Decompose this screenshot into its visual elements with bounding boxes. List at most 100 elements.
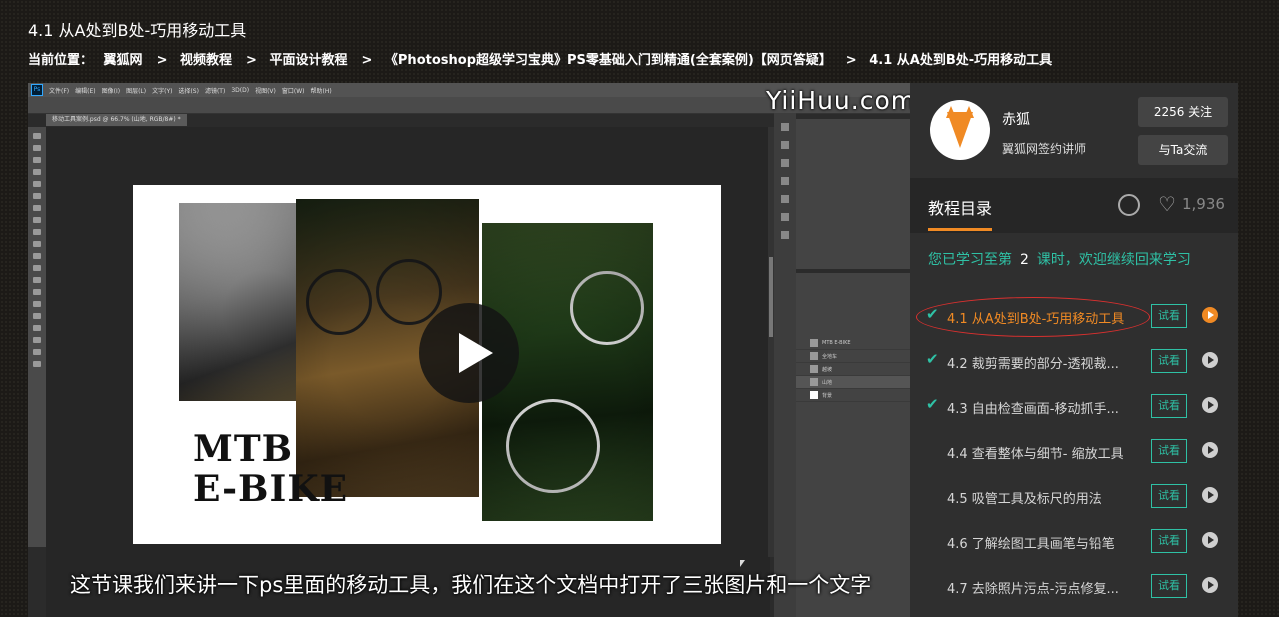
toc-header: 教程目录 ♡ 1,936 (910, 178, 1238, 233)
play-circle-icon[interactable] (1202, 397, 1218, 413)
try-button[interactable]: 试看 (1151, 574, 1187, 598)
lesson-title[interactable]: 4.3 自由检查画面-移动抓手... (947, 398, 1119, 417)
play-circle-icon[interactable] (1202, 532, 1218, 548)
watermark: YiiHuu.com (766, 86, 910, 115)
pen-tool-icon (33, 301, 41, 307)
lesson-item[interactable]: ✔ 4.3 自由检查画面-移动抓手... 试看 (910, 384, 1238, 429)
lesson-item[interactable]: ✔ 4.2 裁剪需要的部分-透视裁... 试看 (910, 339, 1238, 384)
lesson-title[interactable]: 4.1 从A处到B处-巧用移动工具 (947, 308, 1124, 327)
ps-menu-item: 视图(V) (255, 87, 276, 95)
heart-icon[interactable]: ♡ (1158, 192, 1176, 216)
ps-menu-item: 图像(I) (101, 87, 121, 95)
share-icon[interactable] (1118, 194, 1140, 216)
follow-button[interactable]: 2256 关注 (1138, 97, 1228, 127)
chat-button[interactable]: 与Ta交流 (1138, 135, 1228, 165)
lesson-title[interactable]: 4.7 去除照片污点-污点修复... (947, 578, 1119, 597)
breadcrumb-prefix: 当前位置： (28, 53, 94, 68)
course-sidebar: 赤狐 翼狐网签约讲师 2256 关注 与Ta交流 教程目录 ♡ 1,936 您已… (910, 83, 1238, 617)
lesson-title[interactable]: 4.6 了解绘图工具画笔与铅笔 (947, 533, 1115, 552)
breadcrumb-separator: > (845, 53, 857, 68)
breadcrumb: 当前位置： 翼狐网 > 视频教程 > 平面设计教程 > 《Photoshop超级学习宝… (28, 49, 1058, 68)
page-title: 4.1 从A处到B处-巧用移动工具 (28, 21, 247, 40)
dodge-tool-icon (33, 289, 41, 295)
like-count: 1,936 (1182, 195, 1225, 213)
breadcrumb-item-home[interactable]: 翼狐网 (104, 53, 143, 68)
video-player[interactable]: Ps 文件(F) 编辑(E) 图像(I) 图层(L) 文字(Y) 选择(S) 滤… (28, 83, 910, 617)
breadcrumb-item-category[interactable]: 平面设计教程 (269, 53, 347, 68)
lesson-item[interactable]: 4.5 吸管工具及标尺的用法 试看 (910, 474, 1238, 519)
ps-layer-row: 全地车 (796, 350, 910, 363)
try-button[interactable]: 试看 (1151, 484, 1187, 508)
heal-tool-icon (33, 205, 41, 211)
play-circle-icon[interactable] (1202, 577, 1218, 593)
ps-menu-item: 滤镜(T) (204, 87, 226, 95)
breadcrumb-item-videos[interactable]: 视频教程 (180, 53, 232, 68)
try-button[interactable]: 试看 (1151, 529, 1187, 553)
breadcrumb-item-current: 4.1 从A处到B处-巧用移动工具 (869, 53, 1053, 68)
try-button[interactable]: 试看 (1151, 439, 1187, 463)
lesson-item[interactable]: 4.6 了解绘图工具画笔与铅笔 试看 (910, 519, 1238, 564)
teacher-name[interactable]: 赤狐 (1002, 109, 1030, 129)
toc-title[interactable]: 教程目录 (928, 195, 992, 219)
lesson-title[interactable]: 4.4 查看整体与细节- 缩放工具 (947, 443, 1124, 462)
type-tool-icon (33, 313, 41, 319)
progress-suffix: 课时，欢迎继续回来学习 (1036, 252, 1191, 268)
shape-tool-icon (33, 337, 41, 343)
play-button[interactable] (419, 303, 519, 403)
ps-menu-item: 文字(Y) (152, 87, 173, 95)
ps-menu-item: 3D(D) (231, 86, 250, 94)
lesson-title[interactable]: 4.5 吸管工具及标尺的用法 (947, 488, 1102, 507)
canvas-headline: MTB E-BIKE (193, 429, 348, 509)
try-button[interactable]: 试看 (1151, 304, 1187, 328)
lesson-item[interactable]: 4.4 查看整体与细节- 缩放工具 试看 (910, 429, 1238, 474)
play-circle-icon[interactable] (1202, 442, 1218, 458)
canvas-headline-line1: MTB (193, 428, 294, 470)
path-tool-icon (33, 325, 41, 331)
eraser-tool-icon (33, 253, 41, 259)
progress-number: 2 (1020, 252, 1029, 268)
ps-layer-name: 背景 (822, 392, 833, 399)
lesson-list: ✔ 4.1 从A处到B处-巧用移动工具 试看 ✔ 4.2 裁剪需要的部分-透视裁… (910, 294, 1238, 609)
teacher-avatar[interactable] (930, 100, 990, 160)
lesson-item[interactable]: ✔ 4.1 从A处到B处-巧用移动工具 试看 (910, 294, 1238, 339)
play-circle-icon[interactable] (1202, 352, 1218, 368)
ps-properties-panel (796, 119, 910, 269)
marquee-tool-icon (33, 145, 41, 151)
play-circle-icon[interactable] (1202, 487, 1218, 503)
breadcrumb-item-course[interactable]: 《Photoshop超级学习宝典》PS零基础入门到精通(全套案例)【网页答疑】 (385, 53, 832, 68)
ps-layer-row: 山地 (796, 376, 910, 389)
ps-layer-row: 越坡 (796, 363, 910, 376)
canvas-headline-line2: E-BIKE (193, 468, 349, 510)
gradient-tool-icon (33, 265, 41, 271)
move-tool-icon (33, 133, 41, 139)
mouse-cursor-icon (740, 560, 745, 567)
try-button[interactable]: 试看 (1151, 349, 1187, 373)
ps-layer-row: 背景 (796, 389, 910, 402)
try-button[interactable]: 试看 (1151, 394, 1187, 418)
check-icon: ✔ (926, 350, 939, 368)
wand-tool-icon (33, 169, 41, 175)
breadcrumb-separator: > (246, 53, 257, 68)
ps-layer-name: MTB E-BIKE (822, 340, 851, 346)
ps-menu-item: 图层(L) (126, 87, 147, 95)
zoom-tool-icon (33, 361, 41, 367)
ps-toolbar (28, 127, 46, 547)
brush-tool-icon (33, 217, 41, 223)
check-icon: ✔ (926, 305, 939, 323)
ps-menu-item: 编辑(E) (75, 87, 96, 95)
ps-menu-item: 帮助(H) (310, 87, 332, 95)
video-subtitle: 这节课我们来讲一下ps里面的移动工具，我们在这个文档中打开了三张图片和一个文字 (70, 573, 872, 597)
teacher-title: 翼狐网签约讲师 (1002, 142, 1087, 156)
lesson-title[interactable]: 4.2 裁剪需要的部分-透视裁... (947, 353, 1119, 372)
history-brush-icon (33, 241, 41, 247)
progress-prefix: 您已学习至第 (928, 252, 1012, 268)
play-circle-icon[interactable] (1202, 307, 1218, 323)
lasso-tool-icon (33, 157, 41, 163)
lesson-item[interactable]: 4.7 去除照片污点-污点修复... 试看 (910, 564, 1238, 609)
breadcrumb-separator: > (156, 53, 168, 68)
ps-layer-name: 越坡 (822, 366, 833, 373)
toc-active-underline (928, 228, 992, 231)
ps-layer-name: 山地 (822, 379, 833, 386)
photoshop-logo-icon: Ps (31, 84, 43, 96)
ps-panel-icons (774, 113, 796, 617)
